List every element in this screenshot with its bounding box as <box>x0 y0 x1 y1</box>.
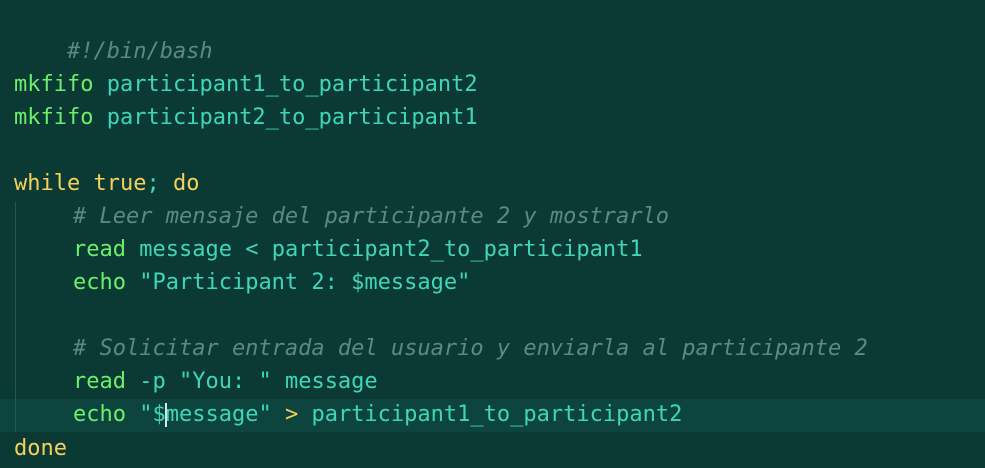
code-line-9[interactable]: echo "Participant 2: $message" <box>14 266 470 299</box>
code-line-13[interactable]: echo "$message" > participant1_to_partic… <box>14 398 682 431</box>
variable: message <box>139 237 232 262</box>
code-line-11[interactable]: # Solicitar entrada del usuario y enviar… <box>14 332 868 365</box>
done-keyword: done <box>14 436 67 461</box>
redirect-operator: > <box>284 402 299 427</box>
fifo-name: participant1_to_participant2 <box>106 72 478 97</box>
true-keyword: true <box>93 171 147 196</box>
comment-input: # Solicitar entrada del usuario y enviar… <box>73 336 868 361</box>
redirect-operator: < <box>245 237 259 262</box>
code-line-1[interactable]: #!/bin/bash <box>14 2 213 64</box>
code-line-8[interactable]: read message < participant2_to_participa… <box>14 233 643 266</box>
read-command: read <box>73 369 126 394</box>
string-literal: "You: " <box>178 369 272 394</box>
fifo-name: participant2_to_participant1 <box>106 105 478 130</box>
mkfifo-command: mkfifo <box>14 72 94 97</box>
echo-command: echo <box>73 270 126 295</box>
string-literal-end: message" <box>165 402 272 427</box>
mkfifo-command: mkfifo <box>14 105 94 130</box>
shebang: #!/bin/bash <box>66 39 213 64</box>
code-line-4[interactable]: mkfifo participant2_to_participant1 <box>14 101 478 134</box>
code-line-3[interactable]: mkfifo participant1_to_participant2 <box>14 68 478 101</box>
fifo-name: participant1_to_participant2 <box>311 402 683 427</box>
echo-command: echo <box>73 402 126 427</box>
code-line-6[interactable]: while true; do <box>14 167 199 200</box>
prompt-flag: -p <box>139 369 166 394</box>
code-line-14[interactable]: done <box>14 432 67 465</box>
read-command: read <box>73 237 126 262</box>
do-keyword: do <box>172 171 200 196</box>
variable: message <box>284 369 378 394</box>
code-line-12[interactable]: read -p "You: " message <box>14 365 378 398</box>
code-editor[interactable]: #!/bin/bash mkfifo participant1_to_parti… <box>0 0 985 468</box>
comment-read: # Leer mensaje del participante 2 y most… <box>73 204 670 229</box>
string-literal: "Participant 2: $message" <box>139 270 471 295</box>
fifo-name: participant2_to_participant1 <box>271 237 643 262</box>
string-literal-start: "$ <box>139 402 166 427</box>
code-line-7[interactable]: # Leer mensaje del participante 2 y most… <box>14 200 669 233</box>
semicolon: ; <box>146 171 160 196</box>
while-keyword: while <box>14 171 81 196</box>
